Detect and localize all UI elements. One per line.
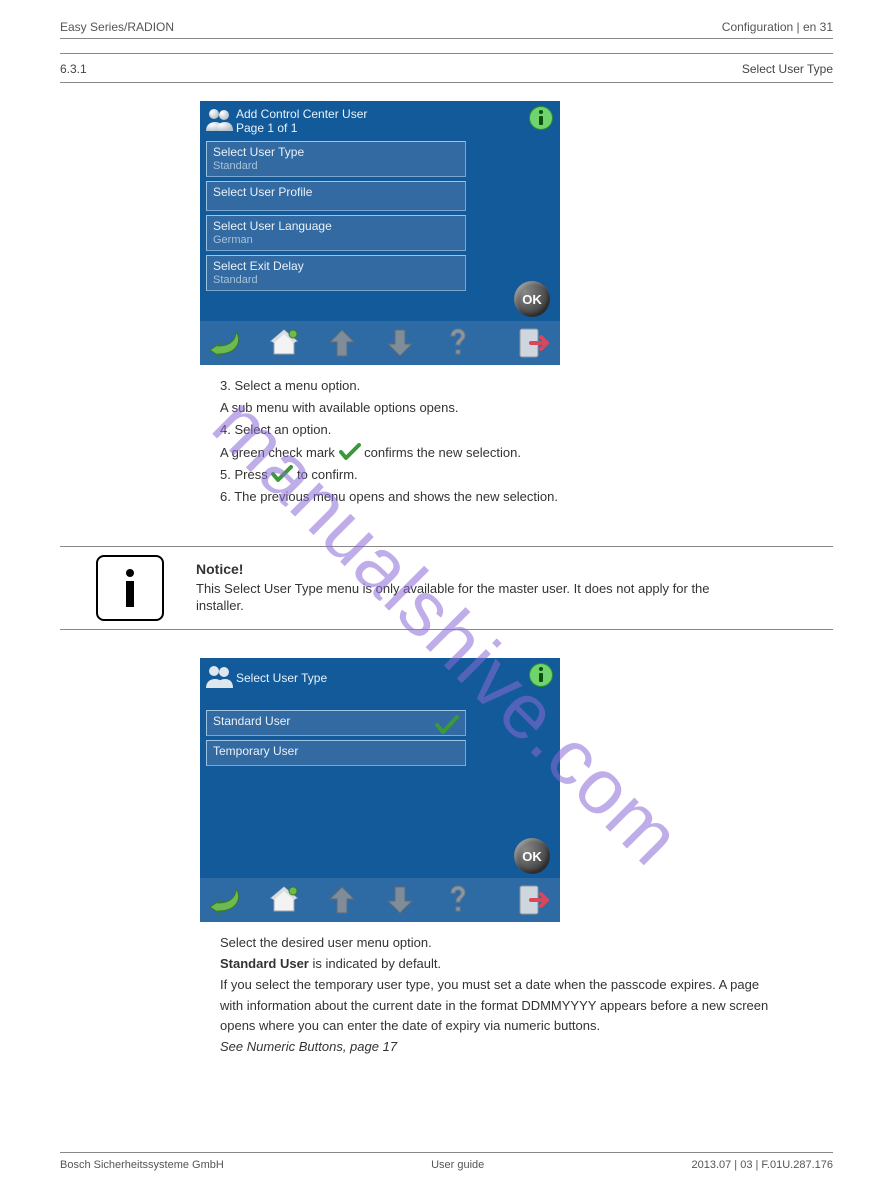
row-select-user-language[interactable]: Select User Language German (206, 215, 466, 251)
down-arrow-icon[interactable] (380, 324, 420, 362)
info-icon[interactable] (528, 662, 554, 691)
instruction-list: 3. Select a menu option. A sub menu with… (220, 377, 793, 507)
tail-line: opens where you can enter the date of ex… (220, 1017, 793, 1036)
list-text-post: to confirm. (297, 467, 358, 482)
exit-icon[interactable] (514, 881, 554, 919)
up-arrow-icon[interactable] (322, 881, 362, 919)
tail-link: See Numeric Buttons, page 17 (220, 1039, 397, 1054)
up-arrow-icon[interactable] (322, 324, 362, 362)
footer-right: 2013.07 | 03 | F.01U.287.176 (691, 1159, 833, 1171)
row-value: Standard (213, 159, 457, 173)
device-screen-add-user: Add Control Center User Page 1 of 1 Sele… (200, 101, 560, 365)
device-navbar (200, 321, 560, 365)
list-number: 4. (220, 422, 231, 437)
notice-heading: Notice! (196, 561, 833, 577)
row-select-user-type[interactable]: Select User Type Standard (206, 141, 466, 177)
check-icon (435, 715, 459, 738)
row-standard-user[interactable]: Standard User (206, 710, 466, 736)
list-text-pre: A green check mark (220, 445, 335, 460)
row-value: Standard (213, 273, 457, 287)
row-label: Select User Profile (213, 185, 457, 199)
tail-line: with information about the current date … (220, 997, 793, 1016)
row-label: Temporary User (213, 744, 457, 758)
row-temporary-user[interactable]: Temporary User (206, 740, 466, 766)
help-icon[interactable] (438, 881, 478, 919)
list-text: A sub menu with available options opens. (220, 400, 459, 415)
ok-button[interactable]: OK (514, 838, 550, 874)
exit-icon[interactable] (514, 324, 554, 362)
device-navbar (200, 878, 560, 922)
list-text: Select an option. (234, 422, 331, 437)
back-icon[interactable] (206, 881, 246, 919)
info-icon[interactable] (528, 105, 554, 134)
list-text-pre: Press (234, 467, 267, 482)
list-text: The previous menu opens and shows the ne… (234, 489, 558, 504)
check-icon (271, 467, 297, 482)
row-select-exit-delay[interactable]: Select Exit Delay Standard (206, 255, 466, 291)
back-icon[interactable] (206, 324, 246, 362)
section-title: Select User Type (742, 62, 833, 76)
doc-header-right: Configuration | en 31 (722, 20, 833, 34)
notice-icon (96, 555, 164, 621)
down-arrow-icon[interactable] (380, 881, 420, 919)
notice-body: This Select User Type menu is only avail… (196, 581, 833, 596)
tail-line: is indicated by default. (309, 956, 441, 971)
device-page-indicator: Page 1 of 1 (236, 121, 367, 135)
check-icon (339, 445, 365, 460)
device-title: Add Control Center User (236, 107, 367, 121)
list-number: 5. (220, 467, 231, 482)
list-number: 6. (220, 489, 231, 504)
row-value: German (213, 233, 457, 247)
device-title: Select User Type (236, 671, 327, 685)
tail-bold: Standard User (220, 956, 309, 971)
list-number: 3. (220, 378, 231, 393)
list-text-post: confirms the new selection. (364, 445, 521, 460)
notice-body: installer. (196, 598, 833, 613)
tail-line: Select the desired user menu option. (220, 934, 793, 953)
footer-center: User guide (431, 1159, 484, 1171)
users-icon (204, 105, 234, 136)
section-number: 6.3.1 (60, 62, 87, 76)
page-footer: Bosch Sicherheitssysteme GmbH User guide… (60, 1152, 833, 1171)
doc-header-left: Easy Series/RADION (60, 20, 174, 34)
notice-block: Notice! This Select User Type menu is on… (60, 546, 833, 630)
help-icon[interactable] (438, 324, 478, 362)
ok-button[interactable]: OK (514, 281, 550, 317)
footer-left: Bosch Sicherheitssysteme GmbH (60, 1159, 224, 1171)
row-label: Select User Type (213, 145, 457, 159)
row-label: Standard User (213, 714, 457, 728)
row-label: Select Exit Delay (213, 259, 457, 273)
tail-paragraph-block: Select the desired user menu option. Sta… (220, 934, 793, 1057)
device-screen-select-user-type: Select User Type Standard User Tempo (200, 658, 560, 922)
row-label: Select User Language (213, 219, 457, 233)
list-text: Select a menu option. (234, 378, 360, 393)
row-select-user-profile[interactable]: Select User Profile (206, 181, 466, 211)
home-icon[interactable] (264, 324, 304, 362)
tail-line: If you select the temporary user type, y… (220, 976, 793, 995)
users-icon (204, 662, 234, 693)
home-icon[interactable] (264, 881, 304, 919)
